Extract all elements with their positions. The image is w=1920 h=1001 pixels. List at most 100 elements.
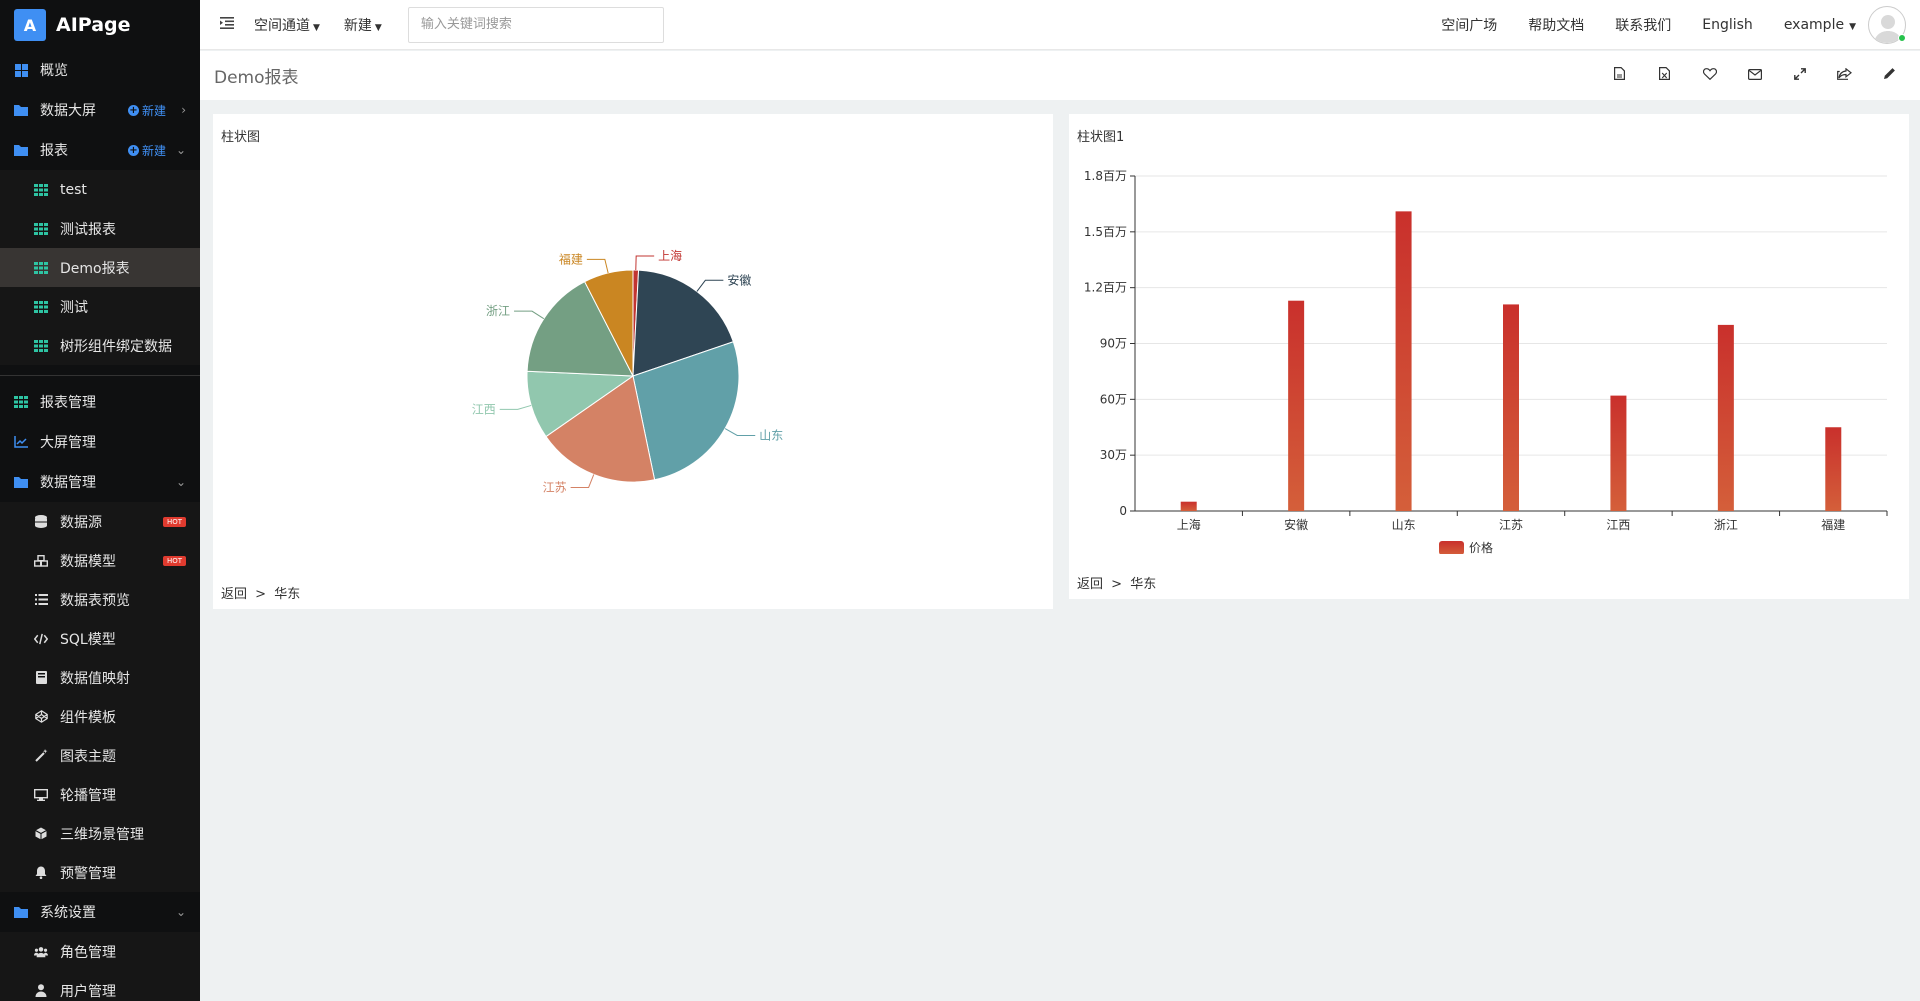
sidebar-item-label: 用户管理 bbox=[60, 983, 116, 1000]
pie-slice-label: 江苏 bbox=[543, 480, 567, 494]
help-docs-link[interactable]: 帮助文档 bbox=[1528, 15, 1584, 35]
sidebar-item-label: Demo报表 bbox=[60, 260, 130, 277]
drill-breadcrumb: 返回 > 华东 bbox=[221, 583, 300, 602]
pie-label-line bbox=[724, 428, 756, 436]
bar[interactable] bbox=[1288, 300, 1305, 511]
cubes-icon bbox=[34, 554, 48, 568]
sidebar-item-label: 角色管理 bbox=[60, 944, 116, 961]
sidebar-item-label: 三维场景管理 bbox=[60, 826, 144, 843]
share-button[interactable] bbox=[1822, 61, 1867, 91]
sidebar-item-data-screen[interactable]: 数据大屏 + 新建 › bbox=[0, 90, 200, 130]
sidebar-item-ceshi[interactable]: 测试 bbox=[0, 287, 200, 326]
sidebar-item-overview[interactable]: 概览 bbox=[0, 50, 200, 90]
search-input[interactable] bbox=[407, 6, 664, 43]
breadcrumb-region[interactable]: 华东 bbox=[274, 587, 300, 602]
edit-button[interactable] bbox=[1867, 61, 1912, 91]
space-channel-menu[interactable]: 空间通道 ▼ bbox=[254, 15, 320, 35]
pie-label-line bbox=[696, 279, 724, 292]
back-link[interactable]: 返回 bbox=[221, 587, 247, 602]
back-link[interactable]: 返回 bbox=[1077, 577, 1103, 592]
user-menu[interactable]: example ▼ bbox=[1784, 17, 1856, 33]
sidebar-item-label: 数据表预览 bbox=[60, 592, 130, 609]
export-excel-button[interactable] bbox=[1642, 61, 1687, 91]
bar[interactable] bbox=[1503, 304, 1519, 511]
table-icon bbox=[34, 261, 48, 275]
pie-slice-label: 上海 bbox=[658, 248, 682, 263]
bar[interactable] bbox=[1717, 324, 1734, 511]
sidebar-item-3d-scene[interactable]: 三维场景管理 bbox=[0, 814, 200, 853]
bar[interactable] bbox=[1610, 395, 1627, 511]
chevron-right-icon: › bbox=[181, 103, 186, 117]
sidebar-item-label: 轮播管理 bbox=[60, 787, 116, 804]
breadcrumb-region[interactable]: 华东 bbox=[1130, 577, 1156, 592]
pie-chart[interactable]: 上海安徽山东江苏 江西 浙江 福建 bbox=[213, 149, 1053, 589]
favorite-button[interactable] bbox=[1687, 61, 1732, 91]
pie-slice-label: 安徽 bbox=[727, 272, 751, 287]
sidebar-item-role-management[interactable]: 角色管理 bbox=[0, 932, 200, 971]
language-link[interactable]: English bbox=[1702, 17, 1753, 33]
plus-circle-icon: + bbox=[127, 104, 139, 116]
magic-wand-icon bbox=[34, 749, 48, 763]
caret-down-icon: ▼ bbox=[313, 22, 320, 33]
sidebar-item-demo-report[interactable]: Demo报表 bbox=[0, 248, 200, 287]
brand[interactable]: A AIPage bbox=[0, 0, 200, 50]
sidebar-item-data-model[interactable]: 数据模型 HOT bbox=[0, 541, 200, 580]
legend-label[interactable]: 价格 bbox=[1469, 540, 1493, 554]
sidebar-item-test[interactable]: test bbox=[0, 170, 200, 209]
plus-circle-icon: + bbox=[127, 144, 139, 156]
bar[interactable] bbox=[1395, 211, 1412, 511]
table-icon bbox=[34, 183, 48, 197]
top-right-links: 空间广场 帮助文档 联系我们 English example ▼ bbox=[1441, 0, 1920, 50]
sidebar-item-reports[interactable]: 报表 + 新建 ⌄ bbox=[0, 130, 200, 170]
sidebar-item-screen-management[interactable]: 大屏管理 bbox=[0, 422, 200, 462]
data-management-submenu: 数据源 HOT 数据模型 HOT 数据表预览 SQL模型 数据值映射 组件模板 … bbox=[0, 502, 200, 892]
sidebar-item-table-preview[interactable]: 数据表预览 bbox=[0, 580, 200, 619]
sidebar-item-report-management[interactable]: 报表管理 bbox=[0, 382, 200, 422]
page-title: Demo报表 bbox=[214, 68, 299, 88]
sidebar-toggle-button[interactable] bbox=[200, 0, 254, 50]
bar[interactable] bbox=[1180, 501, 1197, 511]
email-button[interactable] bbox=[1732, 61, 1777, 91]
sidebar-item-label: 报表 bbox=[40, 143, 68, 159]
pie-slice-label: 山东 bbox=[759, 428, 783, 442]
sidebar-item-user-management[interactable]: 用户管理 bbox=[0, 971, 200, 1001]
caret-down-icon: ▼ bbox=[374, 22, 382, 33]
sidebar-item-alert[interactable]: 预警管理 bbox=[0, 853, 200, 892]
legend-swatch[interactable] bbox=[1439, 541, 1464, 554]
sidebar-item-label: 概览 bbox=[40, 63, 68, 79]
pie-label-line bbox=[586, 258, 609, 274]
heart-icon bbox=[1702, 67, 1717, 84]
pie-slice-label: 福建 bbox=[559, 251, 583, 266]
caret-down-icon: ▼ bbox=[1849, 22, 1856, 32]
space-square-link[interactable]: 空间广场 bbox=[1441, 15, 1497, 35]
sidebar-item-tree-binding[interactable]: 树形组件绑定数据 bbox=[0, 326, 200, 365]
pie-label-line bbox=[499, 404, 532, 410]
envelope-icon bbox=[1747, 68, 1762, 84]
fullscreen-button[interactable] bbox=[1777, 61, 1822, 91]
new-screen-link[interactable]: + 新建 bbox=[127, 102, 166, 119]
new-menu[interactable]: 新建 ▼ bbox=[344, 15, 382, 35]
new-report-link[interactable]: + 新建 bbox=[127, 142, 166, 159]
bar-chart[interactable]: 0 30万 60万 90万 1.2百万 1.5百万 1.8百万上海 安徽 山东 江苏 江西 浙江 福建价… bbox=[1069, 114, 1909, 554]
dashboard-icon bbox=[14, 63, 28, 77]
sidebar-item-label: 预警管理 bbox=[60, 865, 116, 882]
desktop-icon bbox=[34, 788, 48, 802]
contact-us-link[interactable]: 联系我们 bbox=[1615, 15, 1671, 35]
sidebar-item-sql-model[interactable]: SQL模型 bbox=[0, 619, 200, 658]
bar[interactable] bbox=[1825, 427, 1842, 511]
sidebar-item-value-mapping[interactable]: 数据值映射 bbox=[0, 658, 200, 697]
sidebar-item-test-report[interactable]: 测试报表 bbox=[0, 209, 200, 248]
reports-submenu: test 测试报表 Demo报表 测试 树形组件绑定数据 bbox=[0, 170, 200, 365]
hot-badge: HOT bbox=[162, 516, 186, 527]
sidebar-item-data-management[interactable]: 数据管理 ⌄ bbox=[0, 462, 200, 502]
expand-icon bbox=[1793, 67, 1806, 84]
sidebar-item-carousel[interactable]: 轮播管理 bbox=[0, 775, 200, 814]
x-tick-label: 山东 bbox=[1392, 518, 1416, 532]
sidebar-item-datasource[interactable]: 数据源 HOT bbox=[0, 502, 200, 541]
breadcrumb-separator: > bbox=[1111, 577, 1123, 592]
export-pdf-button[interactable] bbox=[1597, 61, 1642, 91]
sidebar-item-component-template[interactable]: 组件模板 bbox=[0, 697, 200, 736]
table-icon bbox=[14, 395, 28, 409]
sidebar-item-chart-theme[interactable]: 图表主题 bbox=[0, 736, 200, 775]
sidebar-item-system-settings[interactable]: 系统设置 ⌄ bbox=[0, 892, 200, 932]
